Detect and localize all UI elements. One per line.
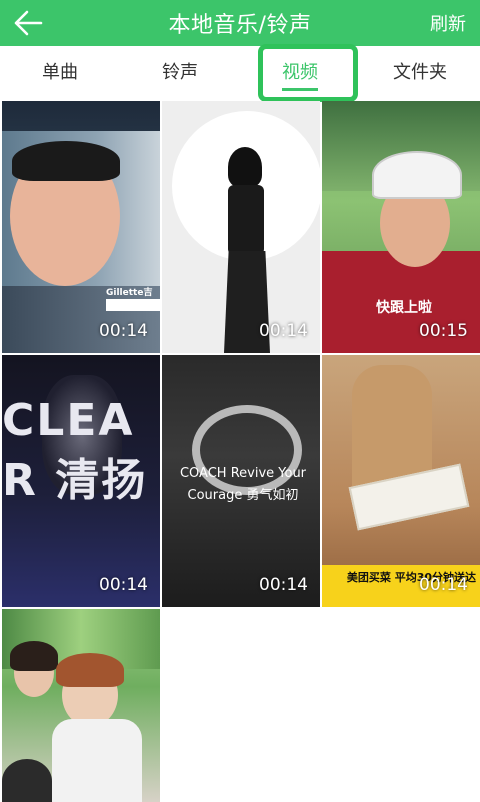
tab-label: 视频 [282,62,318,83]
back-button[interactable] [0,0,56,46]
back-arrow-icon [14,10,43,36]
tab-label: 单曲 [42,62,78,83]
video-duration: 00:14 [259,575,308,595]
tab-songs[interactable]: 单曲 [0,46,120,96]
brand-overlay: COACH Revive Your Courage 勇气如初 [179,466,307,503]
video-duration: 00:14 [99,321,148,341]
category-tabs: 单曲 铃声 视频 文件夹 [0,46,480,96]
refresh-button[interactable]: 刷新 [430,0,466,46]
video-thumbnail[interactable]: COACH Revive Your Courage 勇气如初 00:14 [162,355,320,607]
tab-folders[interactable]: 文件夹 [360,46,480,96]
video-thumbnail[interactable]: 00:14 [162,101,320,353]
video-duration: 00:14 [259,321,308,341]
top-bar: 本地音乐/铃声 刷新 [0,0,480,46]
video-duration: 00:15 [419,321,468,341]
active-tab-indicator [282,88,318,91]
video-thumbnail[interactable]: CLEAR 清扬 00:14 [2,355,160,607]
tab-ringtones[interactable]: 铃声 [120,46,240,96]
video-duration: 00:14 [99,575,148,595]
video-thumbnail[interactable]: 快跟上啦 00:15 [322,101,480,353]
local-music-app: 本地音乐/铃声 刷新 单曲 铃声 视频 文件夹 Gillette吉列 00:14 [0,0,480,802]
tab-label: 铃声 [162,62,198,83]
brand-overlay: CLEAR 清扬 [2,395,148,506]
tab-label: 文件夹 [393,62,447,83]
video-thumbnail[interactable]: 美团买菜 平均30分钟送达 00:14 [322,355,480,607]
video-duration: 00:14 [419,575,468,595]
video-thumbnail[interactable] [2,609,160,802]
video-thumbnail[interactable]: Gillette吉列 00:14 [2,101,160,353]
caption-overlay: 快跟上啦 [376,300,432,316]
page-title: 本地音乐/铃声 [168,13,312,38]
